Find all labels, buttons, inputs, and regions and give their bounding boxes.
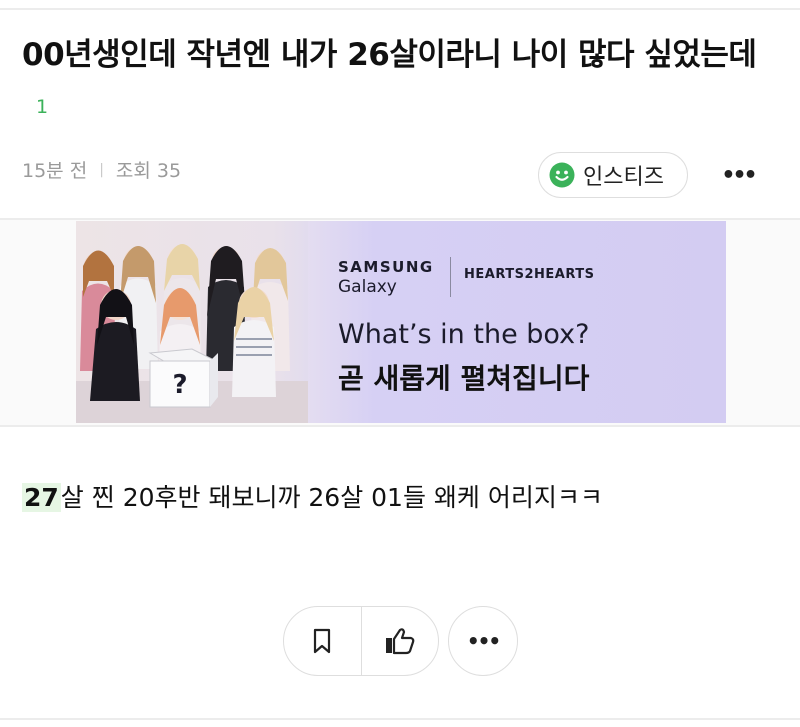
ad-bottom-divider [0, 425, 800, 427]
body-highlight: 27 [22, 483, 61, 512]
source-chip[interactable]: 인스티즈 [538, 152, 688, 198]
mystery-box: ? [148, 348, 218, 408]
ad-group-photo: ? [76, 221, 308, 423]
post-views: 조회 35 [115, 160, 182, 182]
ad-banner[interactable]: ? SAMSUNG Galaxy HEARTS2HEARTS What’s in… [76, 221, 726, 423]
post-actions [283, 606, 439, 676]
ad-tagline-korean: 곧 새롭게 펼쳐집니다 [338, 362, 590, 395]
post-meta: 15분 전 | 조회 35 [22, 156, 181, 183]
top-divider [0, 8, 800, 10]
post-title-text: 00년생인데 작년엔 내가 26살이라니 나이 많다 싶었는데 [22, 37, 757, 73]
post-time: 15분 전 [22, 160, 88, 182]
source-label: 인스티즈 [583, 165, 664, 190]
bookmark-icon [314, 628, 331, 654]
smile-icon [549, 162, 575, 188]
body-text: 살 찐 20후반 돼보니까 26살 01들 왜케 어리지ㅋㅋ [60, 483, 603, 512]
comment-count[interactable]: 1 [36, 96, 48, 118]
ad-tagline: What’s in the box? [338, 319, 590, 350]
post-title: 00년생인데 작년엔 내가 26살이라니 나이 많다 싶었는데 1 [22, 30, 782, 132]
more-actions-button[interactable]: ••• [448, 606, 518, 676]
ad-partner-logo: HEARTS2HEARTS [464, 267, 595, 282]
bookmark-button[interactable] [284, 607, 361, 675]
ad-brand-line2: Galaxy [338, 277, 397, 297]
thumbs-up-icon [385, 628, 415, 655]
box-question-mark: ? [172, 370, 187, 400]
bottom-divider [0, 718, 800, 720]
like-button[interactable] [360, 607, 439, 675]
meta-separator: | [99, 161, 104, 178]
post-body: 27살 찐 20후반 돼보니까 26살 01들 왜케 어리지ㅋㅋ [22, 479, 603, 517]
more-options-icon[interactable]: ••• [716, 158, 760, 192]
ad-brand: SAMSUNG [338, 258, 434, 276]
ad-brand-divider [450, 257, 451, 297]
